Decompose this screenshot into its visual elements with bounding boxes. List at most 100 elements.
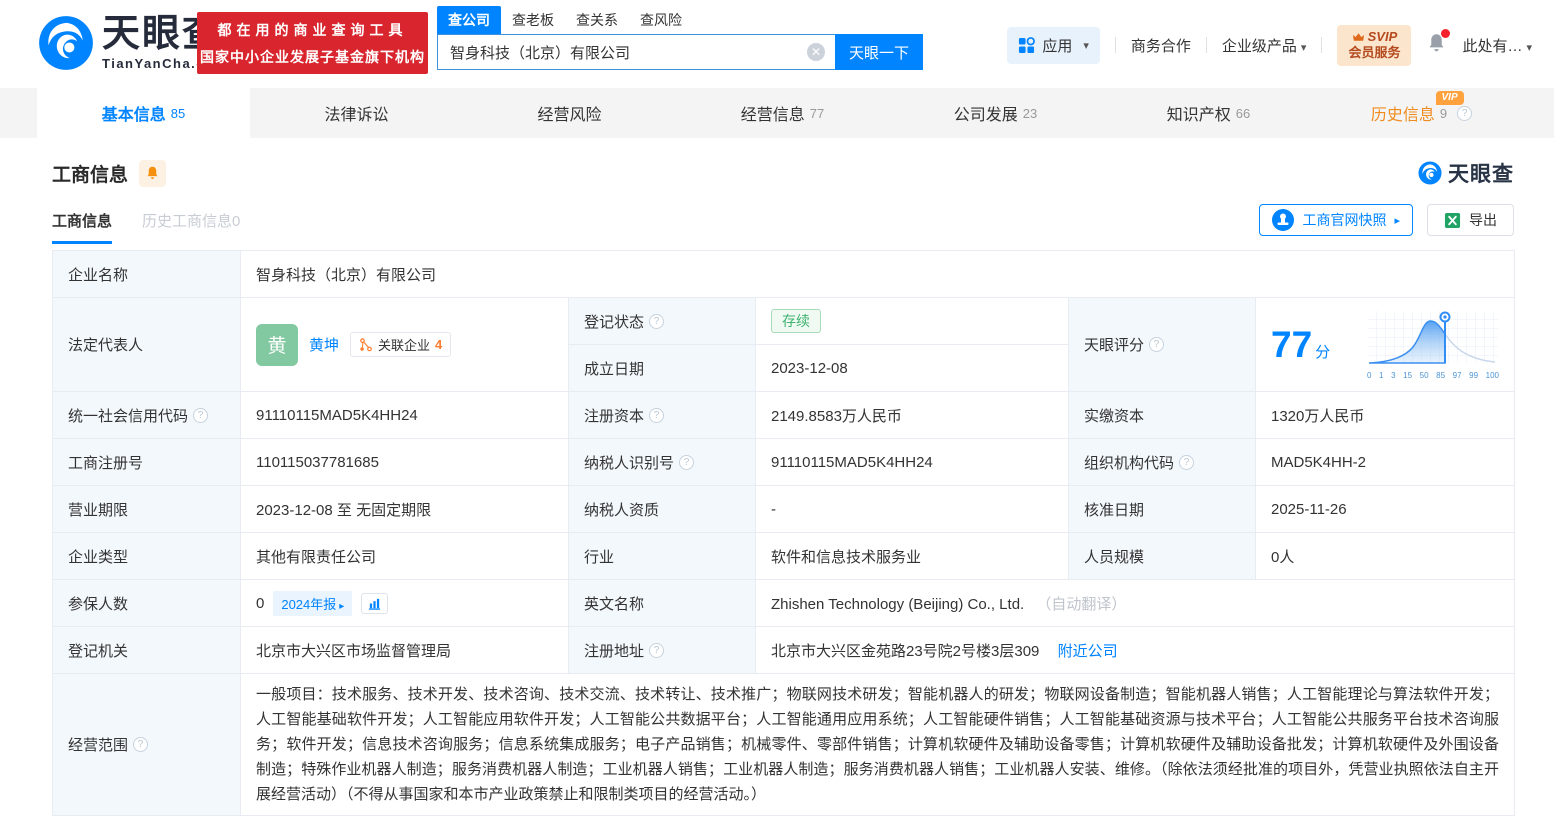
- company-nav-tabs: 基本信息 85 法律诉讼 经营风险 经营信息 77 公司发展 23 知识产权 6…: [0, 88, 1554, 138]
- tax-id-value: 91110115MAD5K4HH24: [755, 438, 1069, 486]
- tab-company-development[interactable]: 公司发展 23: [889, 88, 1102, 138]
- header-nav: 应用 商务合作 企业级产品 SVIP 会员服务 此处有…: [1007, 25, 1532, 66]
- term-label-cell: 营业期限: [52, 485, 241, 533]
- help-icon[interactable]: [1457, 105, 1473, 121]
- search-tab-boss[interactable]: 查老板: [501, 6, 565, 34]
- authority-value: 北京市大兴区市场监督管理局: [240, 626, 569, 674]
- monitor-bell-button[interactable]: [139, 159, 167, 187]
- annual-report-badge[interactable]: 2024年报: [273, 590, 353, 616]
- tianyan-score[interactable]: 77: [1271, 326, 1312, 363]
- staff-size-label-cell: 人员规模: [1068, 532, 1256, 580]
- notifications-bell[interactable]: [1426, 29, 1451, 58]
- staff-size-value: 0人: [1255, 532, 1515, 580]
- help-icon[interactable]: [1179, 454, 1195, 470]
- insured-value: 0 2024年报: [240, 579, 569, 627]
- svip-label: SVIP: [1367, 29, 1398, 44]
- help-icon[interactable]: [133, 737, 149, 752]
- help-icon[interactable]: [649, 642, 665, 658]
- nearby-companies-link[interactable]: 附近公司: [1058, 643, 1118, 660]
- crown-icon: [1352, 33, 1364, 41]
- help-icon[interactable]: [193, 407, 209, 423]
- reg-status-value: 存续: [755, 297, 1069, 345]
- watermark-text: 天眼查: [1448, 163, 1514, 186]
- org-code-label-cell: 组织机构代码: [1068, 438, 1256, 486]
- subtab-business-info[interactable]: 工商信息: [52, 210, 113, 244]
- promo-banner: 都在用的商业查询工具 国家中小企业发展子基金旗下机构: [197, 12, 428, 74]
- reg-no-value: 110115037781685: [240, 438, 569, 486]
- score-distribution-chart: 01 3 15 50 85 97 99 100: [1367, 310, 1499, 380]
- legal-rep-cell: 黄 黄坤 关联企业 4: [240, 297, 569, 392]
- export-button[interactable]: 导出: [1427, 204, 1514, 236]
- subtab-history-business-info[interactable]: 历史工商信息0: [142, 210, 240, 244]
- tab-legal[interactable]: 法律诉讼: [250, 88, 463, 138]
- table-row: 经营范围 一般项目：技术服务、技术开发、技术咨询、技术交流、技术转让、技术推广；…: [52, 673, 1515, 816]
- uscc-label-cell: 统一社会信用代码: [52, 391, 241, 439]
- uscc-value: 91110115MAD5K4HH24: [240, 391, 569, 439]
- company-type-label-cell: 企业类型: [52, 532, 241, 580]
- apps-label: 应用: [1042, 37, 1073, 55]
- excel-icon: [1444, 212, 1461, 228]
- tax-qual-value: -: [755, 485, 1069, 533]
- tab-operation-info[interactable]: 经营信息 77: [676, 88, 889, 138]
- related-companies-badge[interactable]: 关联企业 4: [350, 332, 452, 357]
- clear-search-icon[interactable]: ✕: [807, 43, 825, 61]
- company-type-value: 其他有限责任公司: [240, 532, 569, 580]
- tab-basic-info[interactable]: 基本信息 85: [37, 88, 250, 138]
- address-label-cell: 注册地址: [568, 626, 756, 674]
- insured-label-cell: 参保人数: [52, 579, 241, 627]
- apps-menu[interactable]: 应用: [1007, 26, 1100, 64]
- table-row: 登记机关 北京市大兴区市场监督管理局 注册地址 北京市大兴区金苑路23号院2号楼…: [52, 626, 1515, 674]
- business-scope-value: 一般项目：技术服务、技术开发、技术咨询、技术交流、技术转让、技术推广；物联网技术…: [240, 673, 1515, 816]
- approval-date-value: 2025-11-26: [1255, 485, 1515, 533]
- divider: [1205, 37, 1207, 54]
- tianyancha-logo-icon: [39, 16, 93, 70]
- score-axis-ticks: 01 3 15 50 85 97 99 100: [1367, 370, 1499, 380]
- promo-line2: 国家中小企业发展子基金旗下机构: [200, 48, 425, 65]
- insured-trend-button[interactable]: [361, 592, 389, 614]
- search-tab-relation[interactable]: 查关系: [565, 6, 629, 34]
- term-value: 2023-12-08 至 无固定期限: [240, 485, 569, 533]
- help-icon[interactable]: [649, 313, 665, 329]
- search-tab-risk[interactable]: 查风险: [629, 6, 693, 34]
- official-snapshot-button[interactable]: 工商官网快照: [1259, 204, 1413, 236]
- enterprise-products-link[interactable]: 企业级产品: [1222, 35, 1307, 56]
- tab-history-info[interactable]: VIP 历史信息 9: [1315, 88, 1528, 138]
- industry-value: 软件和信息技术服务业: [755, 532, 1069, 580]
- search-tab-company[interactable]: 查公司: [437, 6, 501, 34]
- search-input[interactable]: [437, 34, 835, 70]
- divider: [1321, 37, 1323, 54]
- tab-intellectual-property[interactable]: 知识产权 66: [1102, 88, 1315, 138]
- table-row: 统一社会信用代码 91110115MAD5K4HH24 注册资本 2149.85…: [52, 391, 1515, 439]
- approval-date-label-cell: 核准日期: [1068, 485, 1256, 533]
- divider: [1114, 37, 1116, 54]
- table-row: 工商注册号 110115037781685 纳税人识别号 91110115MAD…: [52, 438, 1515, 486]
- search-button[interactable]: 天眼一下: [835, 34, 923, 70]
- watermark-logo: 天眼查: [1418, 158, 1514, 188]
- english-name-label-cell: 英文名称: [568, 579, 756, 627]
- svip-member-button[interactable]: SVIP 会员服务: [1337, 25, 1412, 66]
- business-coop-link[interactable]: 商务合作: [1131, 35, 1191, 56]
- reg-status-label-cell: 登记状态: [568, 297, 756, 345]
- help-icon[interactable]: [679, 454, 695, 470]
- reg-capital-value: 2149.8583万人民币: [755, 391, 1069, 439]
- reg-capital-label-cell: 注册资本: [568, 391, 756, 439]
- svip-sub-label: 会员服务: [1348, 45, 1401, 61]
- help-icon[interactable]: [1149, 337, 1165, 352]
- tab-operation-risk[interactable]: 经营风险: [463, 88, 676, 138]
- english-name-value: Zhishen Technology (Beijing) Co., Ltd. （…: [755, 579, 1515, 627]
- help-icon[interactable]: [649, 407, 665, 423]
- user-menu[interactable]: 此处有…: [1462, 35, 1532, 56]
- paid-capital-value: 1320万人民币: [1255, 391, 1515, 439]
- paid-capital-label-cell: 实缴资本: [1068, 391, 1256, 439]
- established-value: 2023-12-08: [755, 344, 1069, 392]
- legal-rep-link[interactable]: 黄坤: [309, 334, 339, 355]
- established-label-cell: 成立日期: [568, 344, 756, 392]
- promo-line1: 都在用的商业查询工具: [217, 21, 408, 38]
- section-title: 工商信息: [52, 164, 129, 186]
- stamp-icon: [1272, 209, 1295, 231]
- tianyancha-logo-icon: [1418, 161, 1442, 185]
- avatar[interactable]: 黄: [256, 323, 298, 366]
- bell-icon: [147, 166, 158, 179]
- section-header: 工商信息 天眼查: [52, 158, 1514, 188]
- search-tabs: 查公司 查老板 查关系 查风险: [437, 6, 923, 34]
